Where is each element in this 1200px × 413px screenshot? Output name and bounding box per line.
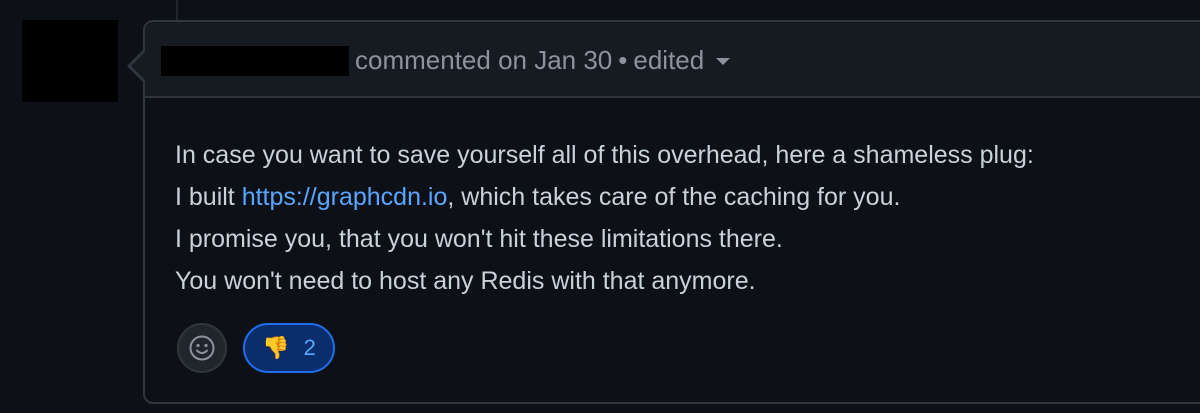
comment-caret-fill bbox=[131, 52, 145, 80]
comment-meta: commented on Jan 30 • edited bbox=[355, 44, 731, 76]
body-text: , which takes care of the caching for yo… bbox=[447, 183, 901, 211]
avatar[interactable] bbox=[22, 20, 118, 102]
body-line: You won't need to host any Redis with th… bbox=[175, 267, 756, 295]
reaction-thumbs-down-button[interactable]: 👎 2 bbox=[243, 323, 335, 373]
reactions-bar: 👎 2 bbox=[177, 322, 335, 374]
chevron-down-icon bbox=[716, 57, 731, 65]
edited-label: edited bbox=[633, 45, 705, 75]
body-line: In case you want to save yourself all of… bbox=[175, 141, 1034, 169]
add-reaction-button[interactable] bbox=[177, 323, 227, 373]
timeline-line bbox=[176, 0, 178, 20]
body-line: I promise you, that you won't hit these … bbox=[175, 225, 783, 253]
thumbs-down-icon: 👎 bbox=[262, 335, 290, 360]
graphcdn-link[interactable]: https://graphcdn.io bbox=[242, 183, 448, 211]
issue-timeline: commented on Jan 30 • edited In case you w… bbox=[0, 0, 1200, 413]
meta-separator: • bbox=[618, 45, 628, 75]
comment-body: In case you want to save yourself all of… bbox=[175, 134, 1034, 302]
reaction-count: 2 bbox=[303, 335, 316, 360]
smiley-icon bbox=[189, 335, 215, 361]
body-text: I built bbox=[175, 183, 242, 211]
comment-header: commented on Jan 30 • edited bbox=[145, 22, 1200, 98]
edited-dropdown[interactable]: edited bbox=[633, 45, 731, 75]
comment: commented on Jan 30 • edited In case you w… bbox=[127, 20, 1200, 404]
body-line: I built https://graphcdn.io, which takes… bbox=[175, 176, 1034, 218]
author-name-redacted[interactable] bbox=[161, 46, 349, 76]
comment-timestamp[interactable]: commented on Jan 30 bbox=[355, 45, 612, 75]
